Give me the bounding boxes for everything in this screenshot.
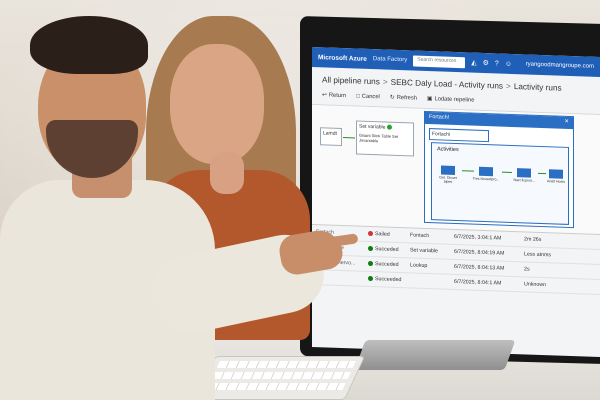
gear-icon[interactable]: ⚙ xyxy=(483,59,489,67)
connector-arrow xyxy=(343,137,355,139)
account-name[interactable]: ryangoodmangroupe.com xyxy=(526,61,594,69)
return-button[interactable]: ↩ Return xyxy=(322,92,346,99)
status-success-icon xyxy=(368,246,373,252)
bell-icon[interactable]: ◭ xyxy=(471,59,476,67)
activities-label: Activities xyxy=(437,146,459,154)
status-text: Succeded xyxy=(375,261,399,268)
refresh-label: Refresh xyxy=(396,94,417,102)
status-cell: Succeeded xyxy=(368,276,410,283)
azure-screen: Microsoft Azure Data Factory Search reso… xyxy=(312,46,600,358)
status-success-icon xyxy=(368,276,373,282)
status-cell: Succeded xyxy=(368,261,410,268)
run-type: Lookup xyxy=(410,262,428,270)
run-duration: Less atnms xyxy=(524,251,552,259)
run-time: 6/7/2025, 8:04:19 AM xyxy=(454,248,505,257)
woman-face xyxy=(170,44,264,164)
breadcrumb-item[interactable]: SEBC Daly Load - Activity runs xyxy=(391,78,503,91)
help-icon[interactable]: ? xyxy=(495,60,499,67)
mini-activity[interactable]: Tres Nnowdpro... xyxy=(472,166,500,182)
status-text: Succeeded xyxy=(375,276,402,284)
run-duration: Unknown xyxy=(524,281,547,289)
foreach-node-label: Fortachi xyxy=(432,131,451,138)
breadcrumb-item[interactable]: All pipeline runs xyxy=(322,75,380,86)
smiley-icon[interactable]: ☺ xyxy=(505,60,512,67)
run-time: 6/7/2025, 3:04:1 AM xyxy=(454,233,502,242)
cancel-icon: □ xyxy=(356,93,360,100)
lookup-node-label: Lamdt xyxy=(323,130,337,137)
mini-activity-label: Tres Nnowdpro... xyxy=(472,176,500,182)
photo-scene: Microsoft Azure Data Factory Search reso… xyxy=(0,0,600,400)
mini-activity[interactable]: Start ficpnor... xyxy=(510,168,538,183)
run-type xyxy=(410,280,454,282)
lock-icon: ▣ xyxy=(427,95,433,103)
update-pipeline-button[interactable]: ▣ Lodate repeline xyxy=(427,96,474,104)
man-hair xyxy=(30,16,148,74)
status-fail-icon xyxy=(368,231,373,237)
search-input[interactable]: Search resources xyxy=(413,55,466,68)
foreach-node[interactable]: Fortachi xyxy=(429,128,489,143)
activity-icon xyxy=(479,166,493,177)
activity-icon xyxy=(517,168,531,178)
key-row xyxy=(211,372,351,379)
refresh-icon: ↻ xyxy=(389,94,395,101)
mini-activity[interactable]: Anibt Hosts xyxy=(544,169,568,184)
run-time: 6/7/2025, 8:04:13 AM xyxy=(454,263,505,272)
status-success-icon xyxy=(368,261,373,267)
breadcrumb-item: Lactivity runs xyxy=(513,82,562,93)
woman-hand xyxy=(210,152,244,194)
keyboard xyxy=(194,356,366,400)
cancel-label: Cancel xyxy=(361,93,380,101)
update-label: Lodate repeline xyxy=(434,96,475,104)
activity-icon xyxy=(549,169,563,179)
chevron-right-icon: > xyxy=(382,77,388,87)
return-label: Return xyxy=(328,92,347,100)
refresh-button[interactable]: ↻ Refresh xyxy=(390,95,417,102)
cancel-button[interactable]: □ Cancel xyxy=(356,94,380,101)
close-icon[interactable]: ✕ xyxy=(564,119,569,127)
pipeline-canvas: Lamdt Set variable Gisant Siink Table Se… xyxy=(312,104,600,236)
back-arrow-icon: ↩ xyxy=(322,92,327,99)
mini-activity-label: Anibt Hosts xyxy=(547,179,565,184)
status-text: Sailed xyxy=(375,231,390,238)
chevron-right-icon: > xyxy=(506,81,511,91)
status-cell: Sailed xyxy=(368,231,410,238)
set-variable-label: Set variable xyxy=(359,123,386,131)
activities-box: Activities Get. Diuset bipes Tres Nnowdp… xyxy=(431,142,569,225)
set-variable-sub: Gisant Siink Table Set Jovaniable xyxy=(359,132,399,144)
status-cell: Succeded xyxy=(368,246,410,253)
run-time: 6/7/2025, 8:04:1 AM xyxy=(454,278,502,287)
foreach-panel[interactable]: Fortach! ✕ Fortachi Activities Get. Dius… xyxy=(424,110,574,229)
lookup-node[interactable]: Lamdt xyxy=(320,127,342,147)
set-variable-node[interactable]: Set variable Gisant Siink Table Set Jova… xyxy=(356,120,414,157)
section-label[interactable]: Data Factory xyxy=(373,56,407,63)
foreach-panel-header: Fortach! ✕ xyxy=(425,111,573,130)
mini-activity[interactable]: Get. Diuset bipes xyxy=(436,165,460,184)
run-type: Fontach xyxy=(410,232,430,240)
azure-brand: Microsoft Azure xyxy=(318,53,367,63)
monitor-stand xyxy=(354,340,516,370)
mini-activity-label: Start ficpnor... xyxy=(513,177,535,183)
mini-activity-label: Get. Diuset bipes xyxy=(439,175,457,184)
run-duration: 2s xyxy=(524,266,530,273)
success-dot-icon xyxy=(386,124,392,130)
key-row xyxy=(216,361,356,368)
run-duration: 2m 26s xyxy=(524,236,542,243)
status-text: Succeded xyxy=(375,246,399,253)
run-type: Set variable xyxy=(410,247,438,255)
key-row xyxy=(206,383,346,390)
foreach-panel-title: Fortach! xyxy=(429,114,450,121)
activity-icon xyxy=(441,165,455,175)
